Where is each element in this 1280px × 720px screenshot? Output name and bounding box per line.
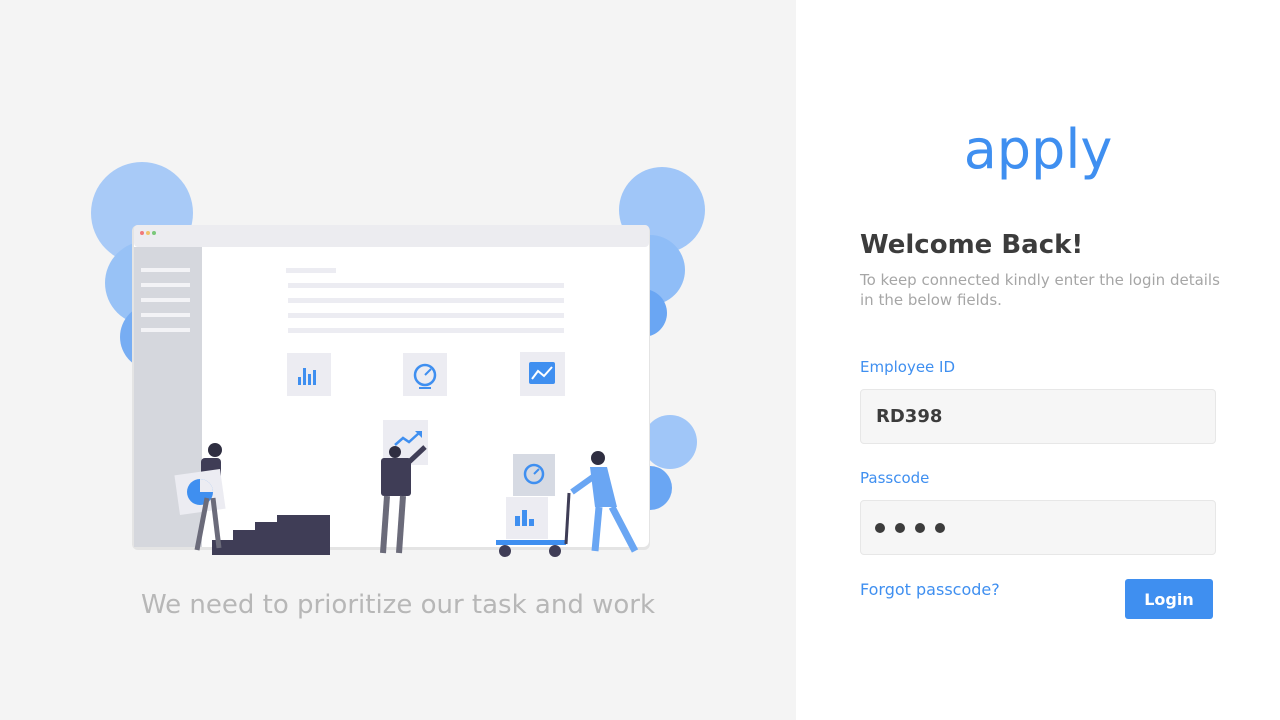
passcode-dot: [935, 522, 945, 533]
left-panel: We need to prioritize our task and work: [0, 0, 796, 720]
login-panel: apply Welcome Back! To keep connected ki…: [796, 0, 1280, 720]
passcode-label: Passcode: [860, 469, 930, 487]
dashboard-illustration: [91, 162, 705, 557]
employee-id-input[interactable]: [860, 389, 1216, 444]
passcode-input[interactable]: [860, 500, 1216, 555]
login-button[interactable]: Login: [1125, 579, 1213, 619]
passcode-dot: [895, 522, 905, 533]
employee-id-label: Employee ID: [860, 358, 956, 376]
bar-chart-icon: [287, 353, 331, 396]
brand-logo: apply: [963, 118, 1113, 181]
welcome-subtitle: To keep connected kindly enter the login…: [860, 271, 1220, 309]
speedometer-icon: [403, 353, 447, 396]
passcode-dot: [915, 522, 925, 533]
passcode-dot: [875, 522, 885, 533]
forgot-passcode-link[interactable]: Forgot passcode?: [860, 580, 1000, 599]
welcome-title: Welcome Back!: [860, 230, 1084, 260]
tagline: We need to prioritize our task and work: [140, 590, 656, 620]
line-chart-icon: [520, 352, 565, 396]
